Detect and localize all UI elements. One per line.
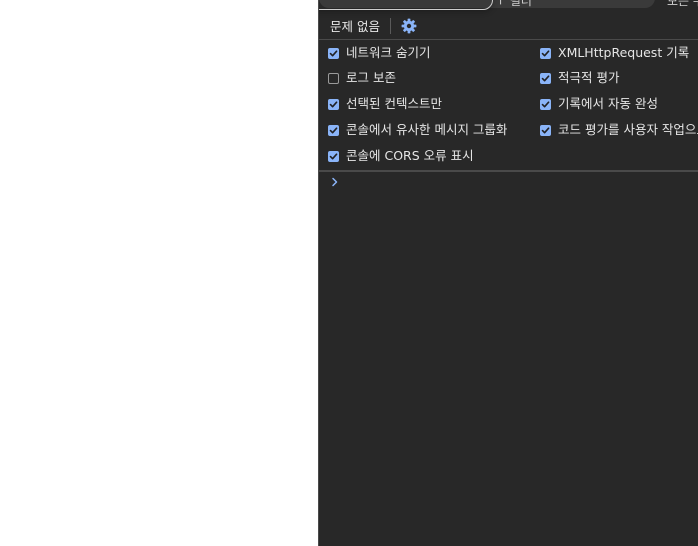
checkmark-icon: [329, 49, 338, 56]
checkbox[interactable]: [328, 124, 339, 136]
log-levels-dropdown[interactable]: 모든 수: [667, 0, 698, 8]
issues-status[interactable]: 문제 없음: [330, 16, 380, 35]
checkmark-icon: [541, 74, 550, 81]
setting-treat-evaluation-as-user-action[interactable]: 코드 평가를 사용자 작업으로 취급: [540, 117, 698, 143]
setting-label: 적극적 평가: [558, 70, 620, 85]
setting-autocomplete-from-history[interactable]: 기록에서 자동 완성: [540, 91, 658, 117]
setting-eager-evaluation[interactable]: 적극적 평가: [540, 65, 619, 91]
divider: [319, 170, 698, 172]
setting-show-cors-errors[interactable]: 콘솔에 CORS 오류 표시: [328, 143, 474, 169]
checkbox[interactable]: [540, 124, 551, 136]
checkbox[interactable]: [328, 47, 339, 59]
setting-label: 로그 보존: [346, 70, 396, 85]
setting-group-similar[interactable]: 콘솔에서 유사한 메시지 그룹화: [328, 117, 507, 143]
setting-preserve-log[interactable]: 로그 보존: [328, 65, 396, 91]
setting-label: 콘솔에 CORS 오류 표시: [346, 148, 474, 163]
checkmark-icon: [329, 100, 338, 107]
setting-label: 기록에서 자동 완성: [558, 96, 658, 111]
setting-label: 네트워크 숨기기: [346, 45, 431, 60]
checkbox[interactable]: [328, 150, 339, 162]
page-content-area: [0, 0, 318, 546]
chevron-right-icon[interactable]: [329, 176, 341, 188]
setting-log-xmlhttprequests[interactable]: XMLHttpRequest 기록: [540, 40, 689, 66]
console-settings-pane: 네트워크 숨기기 로그 보존 선택된 컨텍스트만 콘솔에서 유사한 메시지 그룹…: [319, 40, 698, 170]
toolbar-divider: [389, 17, 391, 34]
checkmark-icon: [541, 100, 550, 107]
setting-label: 코드 평가를 사용자 작업으로 취급: [558, 122, 698, 137]
setting-label: 콘솔에서 유사한 메시지 그룹화: [346, 122, 508, 137]
checkbox[interactable]: [540, 47, 551, 59]
checkbox[interactable]: [328, 72, 339, 84]
setting-selected-context-only[interactable]: 선택된 컨텍스트만: [328, 91, 442, 117]
setting-hide-network[interactable]: 네트워크 숨기기: [328, 40, 430, 66]
setting-label: 선택된 컨텍스트만: [346, 96, 442, 111]
checkbox[interactable]: [540, 72, 551, 84]
checkbox[interactable]: [328, 98, 339, 110]
popup-edge: [319, 0, 493, 10]
screen: ㅜ 필터 모든 수 문제 없음: [0, 0, 698, 546]
devtools-console-panel: ㅜ 필터 모든 수 문제 없음: [318, 0, 698, 546]
gear-icon[interactable]: [401, 18, 417, 34]
checkmark-icon: [541, 126, 550, 133]
checkmark-icon: [329, 152, 338, 159]
setting-label: XMLHttpRequest 기록: [558, 45, 690, 60]
checkbox[interactable]: [540, 98, 551, 110]
filter-placeholder: ㅜ 필터: [495, 0, 532, 8]
issues-bar: 문제 없음: [319, 12, 698, 39]
checkmark-icon: [541, 49, 550, 56]
checkmark-icon: [329, 126, 338, 133]
